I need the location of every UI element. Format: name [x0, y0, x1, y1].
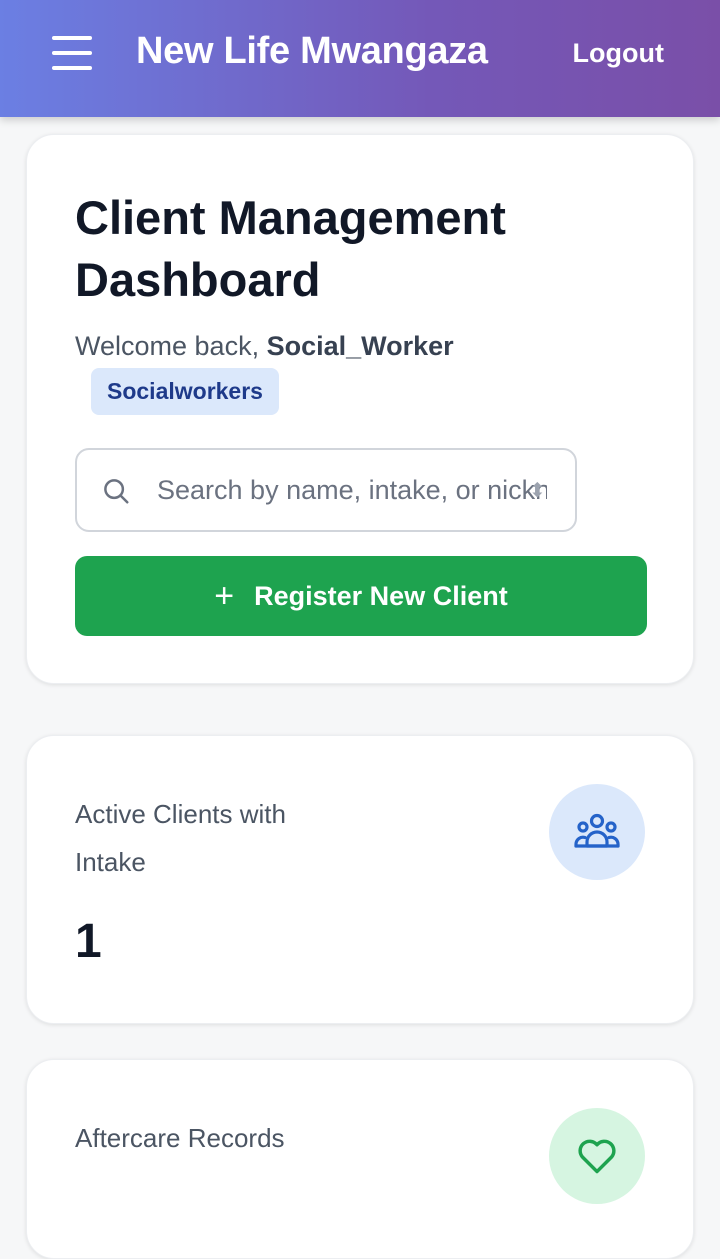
- dashboard-card: Client Management Dashboard Welcome back…: [26, 134, 694, 684]
- register-new-client-button[interactable]: + Register New Client: [75, 556, 647, 636]
- role-badge: Socialworkers: [91, 368, 279, 415]
- stat-card-active-clients[interactable]: Active Clients with Intake 1: [26, 735, 694, 1024]
- users-icon: [549, 784, 645, 880]
- logout-button[interactable]: Logout: [573, 38, 664, 69]
- register-button-label: Register New Client: [254, 580, 508, 611]
- stat-value: 1: [75, 915, 102, 968]
- search-icon: [104, 479, 129, 504]
- app-title: New Life Mwangaza: [136, 30, 488, 72]
- stat-card-aftercare-records[interactable]: Aftercare Records: [26, 1059, 694, 1259]
- stat-label: Aftercare Records: [75, 1123, 285, 1153]
- search-input[interactable]: [157, 450, 547, 530]
- hamburger-menu-icon[interactable]: [52, 36, 92, 70]
- welcome-prefix: Welcome back,: [75, 331, 267, 361]
- welcome-message: Welcome back, Social_Worker: [75, 331, 454, 362]
- page-title: Client Management Dashboard: [75, 191, 506, 306]
- top-app-bar: New Life Mwangaza Logout: [0, 0, 720, 117]
- sort-arrows-icon: ⬍: [529, 480, 546, 502]
- stat-label: Active Clients with Intake: [75, 799, 286, 877]
- plus-icon: +: [214, 577, 235, 615]
- search-field[interactable]: ⬍: [75, 448, 577, 532]
- heart-icon: [549, 1108, 645, 1204]
- username: Social_Worker: [266, 331, 454, 361]
